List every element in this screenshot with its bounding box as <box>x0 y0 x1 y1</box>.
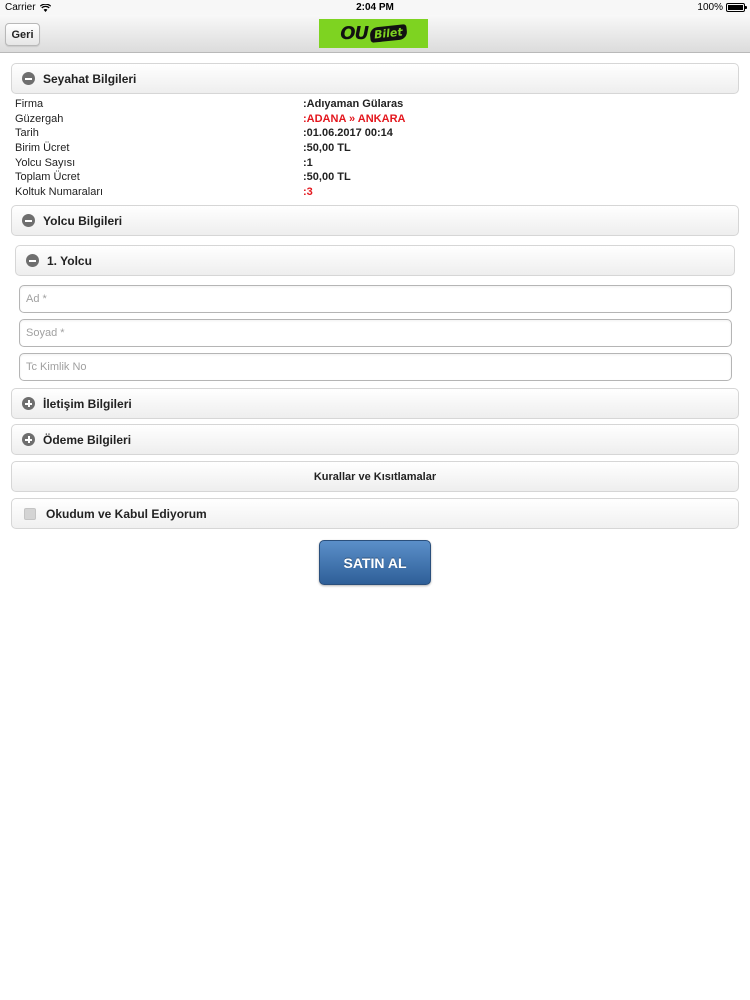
tc-id-field[interactable] <box>19 353 732 381</box>
battery-indicator: 100% <box>697 2 747 13</box>
status-bar: Carrier 2:04 PM 100% <box>0 0 750 15</box>
battery-fill <box>728 5 743 10</box>
info-row-toplam-ucret: Toplam Ücret :50,00 TL <box>15 170 735 185</box>
agreement-checkbox[interactable] <box>24 507 36 520</box>
info-label: Koltuk Numaraları <box>15 186 104 199</box>
passenger-1-header[interactable]: 1. Yolcu <box>15 245 735 276</box>
logo-bilet-text: Bilet <box>369 24 408 43</box>
plus-circle-icon <box>22 433 35 446</box>
travel-info-header[interactable]: Seyahat Bilgileri <box>11 63 739 94</box>
info-value: :ADANA » ANKARA <box>303 112 406 125</box>
info-row-koltuk: Koltuk Numaraları :3 <box>15 185 735 200</box>
info-value: :Adıyaman Gülaras <box>303 98 404 110</box>
travel-info-title: Seyahat Bilgileri <box>43 71 137 86</box>
payment-info-header[interactable]: Ödeme Bilgileri <box>11 424 739 455</box>
clock: 2:04 PM <box>356 2 394 13</box>
info-row-guzergah: Güzergah :ADANA » ANKARA <box>15 112 735 127</box>
logo-ou-text: OU <box>340 23 369 44</box>
first-name-field[interactable] <box>19 285 732 313</box>
info-row-firma: Firma :Adıyaman Gülaras <box>15 97 735 112</box>
minus-circle-icon <box>26 254 39 267</box>
info-label: Yolcu Sayısı <box>15 156 76 169</box>
last-name-field[interactable] <box>19 319 732 347</box>
passenger-info-header[interactable]: Yolcu Bilgileri <box>11 205 739 236</box>
minus-circle-icon <box>22 72 35 85</box>
agreement-label: Okudum ve Kabul Ediyorum <box>46 506 207 521</box>
info-label: Güzergah <box>15 112 64 125</box>
info-value: :50,00 TL <box>303 171 351 184</box>
passenger-1-title: 1. Yolcu <box>47 253 92 268</box>
info-label: Tarih <box>15 127 39 140</box>
info-value: :3 <box>303 186 313 199</box>
rules-button[interactable]: Kurallar ve Kısıtlamalar <box>11 461 739 492</box>
payment-info-title: Ödeme Bilgileri <box>43 432 132 447</box>
battery-icon <box>726 3 747 12</box>
minus-circle-icon <box>22 214 35 227</box>
info-value: :1 <box>303 156 313 169</box>
passenger-info-title: Yolcu Bilgileri <box>43 213 123 228</box>
oubilet-logo[interactable]: OU Bilet <box>319 19 428 48</box>
info-row-yolcu-sayisi: Yolcu Sayısı :1 <box>15 156 735 171</box>
info-row-birim-ucret: Birim Ücret :50,00 TL <box>15 141 735 156</box>
battery-percent: 100% <box>697 2 723 13</box>
buy-button[interactable]: SATIN AL <box>319 540 431 585</box>
info-row-tarih: Tarih :01.06.2017 00:14 <box>15 126 735 141</box>
info-label: Firma <box>15 98 44 110</box>
info-value: :01.06.2017 00:14 <box>303 127 393 140</box>
info-label: Birim Ücret <box>15 142 70 155</box>
back-button[interactable]: Geri <box>5 23 40 46</box>
contact-info-title: İletişim Bilgileri <box>43 396 132 411</box>
agreement-row[interactable]: Okudum ve Kabul Ediyorum <box>11 498 739 529</box>
navigation-bar: Geri OU Bilet <box>0 15 750 53</box>
contact-info-header[interactable]: İletişim Bilgileri <box>11 388 739 419</box>
info-value: :50,00 TL <box>303 142 351 155</box>
info-label: Toplam Ücret <box>15 171 80 184</box>
plus-circle-icon <box>22 397 35 410</box>
travel-info-table: Firma :Adıyaman Gülaras Güzergah :ADANA … <box>15 97 735 200</box>
